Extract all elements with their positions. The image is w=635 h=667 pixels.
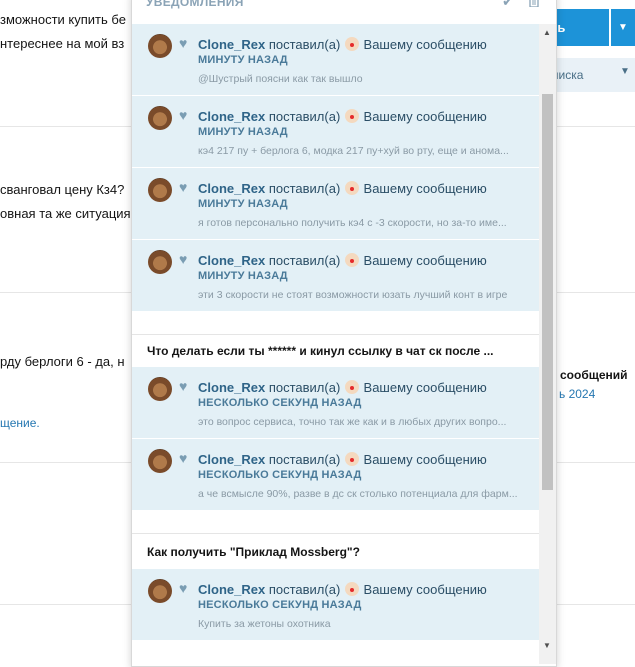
clown-emoji-icon — [342, 251, 361, 267]
heart-icon: ♥ — [179, 179, 188, 195]
check-icon[interactable]: ✔ — [502, 0, 514, 10]
heart-icon: ♥ — [179, 107, 188, 123]
messages-count: сообщений — [560, 368, 628, 382]
notification-text: Clone_Rex поставил(а) Вашему сообщению — [198, 450, 487, 467]
scroll-down-icon[interactable]: ▼ — [543, 641, 551, 650]
avatar[interactable] — [148, 377, 172, 401]
heart-icon: ♥ — [179, 450, 188, 466]
clown-emoji-icon — [342, 107, 361, 123]
clown-emoji-icon — [342, 378, 361, 394]
scrollbar[interactable]: ▲ ▼ — [539, 24, 556, 664]
user-link[interactable]: Clone_Rex — [198, 582, 265, 597]
notification-time: НЕСКОЛЬКО СЕКУНД НАЗАД — [198, 469, 362, 481]
post-text-line: сванговал цену Кз4? — [0, 182, 125, 197]
notification-time: МИНУТУ НАЗАД — [198, 270, 288, 282]
message-snippet: эти 3 скорости не стоят возможности юзат… — [198, 289, 508, 301]
target-text[interactable]: Вашему сообщению — [364, 109, 487, 124]
notification-item[interactable]: ♥ Clone_Rex поставил(а) Вашему сообщению… — [132, 96, 539, 167]
notification-time: МИНУТУ НАЗАД — [198, 54, 288, 66]
popup-header: УВЕДОМЛЕНИЯ ✔ — [132, 0, 556, 23]
target-text[interactable]: Вашему сообщению — [364, 253, 487, 268]
notification-item[interactable]: ♥ Clone_Rex поставил(а) Вашему сообщению… — [132, 24, 539, 95]
clown-emoji-icon — [342, 580, 361, 596]
buy-dropdown-button[interactable]: ▼ — [611, 9, 635, 46]
clown-emoji-icon — [342, 35, 361, 51]
action-text: поставил(а) — [268, 582, 341, 597]
messages-date: ь 2024 — [559, 387, 596, 401]
user-link[interactable]: Clone_Rex — [198, 380, 265, 395]
message-snippet: кэ4 217 пу + берлога 6, модка 217 пу+хуй… — [198, 145, 509, 157]
notification-time: НЕСКОЛЬКО СЕКУНД НАЗАД — [198, 397, 362, 409]
post-text-line: овная та же ситуация — [0, 206, 131, 221]
notification-text: Clone_Rex поставил(а) Вашему сообщению — [198, 107, 487, 124]
avatar[interactable] — [148, 34, 172, 58]
notification-text: Clone_Rex поставил(а) Вашему сообщению — [198, 378, 487, 395]
action-text: поставил(а) — [268, 181, 341, 196]
target-text[interactable]: Вашему сообщению — [364, 181, 487, 196]
user-link[interactable]: Clone_Rex — [198, 253, 265, 268]
scroll-up-icon[interactable]: ▲ — [543, 28, 551, 37]
heart-icon: ♥ — [179, 35, 188, 51]
clown-emoji-icon — [342, 450, 361, 466]
target-text[interactable]: Вашему сообщению — [364, 582, 487, 597]
message-snippet: я готов персонально получить кэ4 с -3 ск… — [198, 217, 507, 229]
heart-icon: ♥ — [179, 378, 188, 394]
notification-item[interactable]: ♥ Clone_Rex поставил(а) Вашему сообщению… — [132, 168, 539, 239]
chevron-down-icon[interactable]: ▼ — [620, 66, 630, 77]
message-snippet: это вопрос сервиса, точно так же как и в… — [198, 416, 507, 428]
notification-time: МИНУТУ НАЗАД — [198, 198, 288, 210]
avatar[interactable] — [148, 250, 172, 274]
notification-text: Clone_Rex поставил(а) Вашему сообщению — [198, 580, 487, 597]
user-link[interactable]: Clone_Rex — [198, 452, 265, 467]
post-text-line: рду берлоги 6 - да, н — [0, 354, 125, 369]
message-snippet: @Шустрый поясни как так вышло — [198, 73, 363, 85]
avatar[interactable] — [148, 178, 172, 202]
user-link[interactable]: Clone_Rex — [198, 109, 265, 124]
thread-title[interactable]: Как получить "Приклад Mossberg"? — [132, 533, 539, 569]
heart-icon: ♥ — [179, 251, 188, 267]
popup-title: УВЕДОМЛЕНИЯ — [146, 0, 244, 9]
thread-title[interactable]: Что делать если ты ****** и кинул ссылку… — [132, 334, 539, 367]
trash-icon[interactable] — [528, 0, 540, 10]
notification-text: Clone_Rex поставил(а) Вашему сообщению — [198, 35, 487, 52]
target-text[interactable]: Вашему сообщению — [364, 452, 487, 467]
action-text: поставил(а) — [268, 452, 341, 467]
post-link[interactable]: щение. — [0, 416, 40, 430]
target-text[interactable]: Вашему сообщению — [364, 380, 487, 395]
notification-time: НЕСКОЛЬКО СЕКУНД НАЗАД — [198, 599, 362, 611]
avatar[interactable] — [148, 106, 172, 130]
notification-text: Clone_Rex поставил(а) Вашему сообщению — [198, 251, 487, 268]
heart-icon: ♥ — [179, 580, 188, 596]
post-text-line: зможности купить бе — [0, 12, 126, 27]
avatar[interactable] — [148, 449, 172, 473]
target-text[interactable]: Вашему сообщению — [364, 37, 487, 52]
notification-item[interactable]: ♥ Clone_Rex поставил(а) Вашему сообщению… — [132, 569, 539, 640]
scrollbar-thumb[interactable] — [542, 94, 553, 490]
action-text: поставил(а) — [268, 109, 341, 124]
action-text: поставил(а) — [268, 253, 341, 268]
chevron-down-icon: ▼ — [618, 22, 628, 33]
post-text-line: нтереснее на мой вз — [0, 36, 125, 51]
clown-emoji-icon — [342, 179, 361, 195]
notification-time: МИНУТУ НАЗАД — [198, 126, 288, 138]
action-text: поставил(а) — [268, 380, 341, 395]
notification-item[interactable]: ♥ Clone_Rex поставил(а) Вашему сообщению… — [132, 367, 539, 438]
group-spacer — [132, 510, 539, 533]
notification-text: Clone_Rex поставил(а) Вашему сообщению — [198, 179, 487, 196]
group-spacer — [132, 311, 539, 334]
notifications-popup: УВЕДОМЛЕНИЯ ✔ ♥ Clone_Rex поставил(а) Ва… — [131, 0, 557, 667]
avatar[interactable] — [148, 579, 172, 603]
user-link[interactable]: Clone_Rex — [198, 37, 265, 52]
message-snippet: а че всмысле 90%, разве в дс ск столько … — [198, 488, 518, 500]
user-link[interactable]: Clone_Rex — [198, 181, 265, 196]
notification-item[interactable]: ♥ Clone_Rex поставил(а) Вашему сообщению… — [132, 439, 539, 510]
message-snippet: Купить за жетоны охотника — [198, 618, 331, 630]
notifications-list[interactable]: ♥ Clone_Rex поставил(а) Вашему сообщению… — [132, 24, 539, 664]
action-text: поставил(а) — [268, 37, 341, 52]
notification-item[interactable]: ♥ Clone_Rex поставил(а) Вашему сообщению… — [132, 240, 539, 311]
